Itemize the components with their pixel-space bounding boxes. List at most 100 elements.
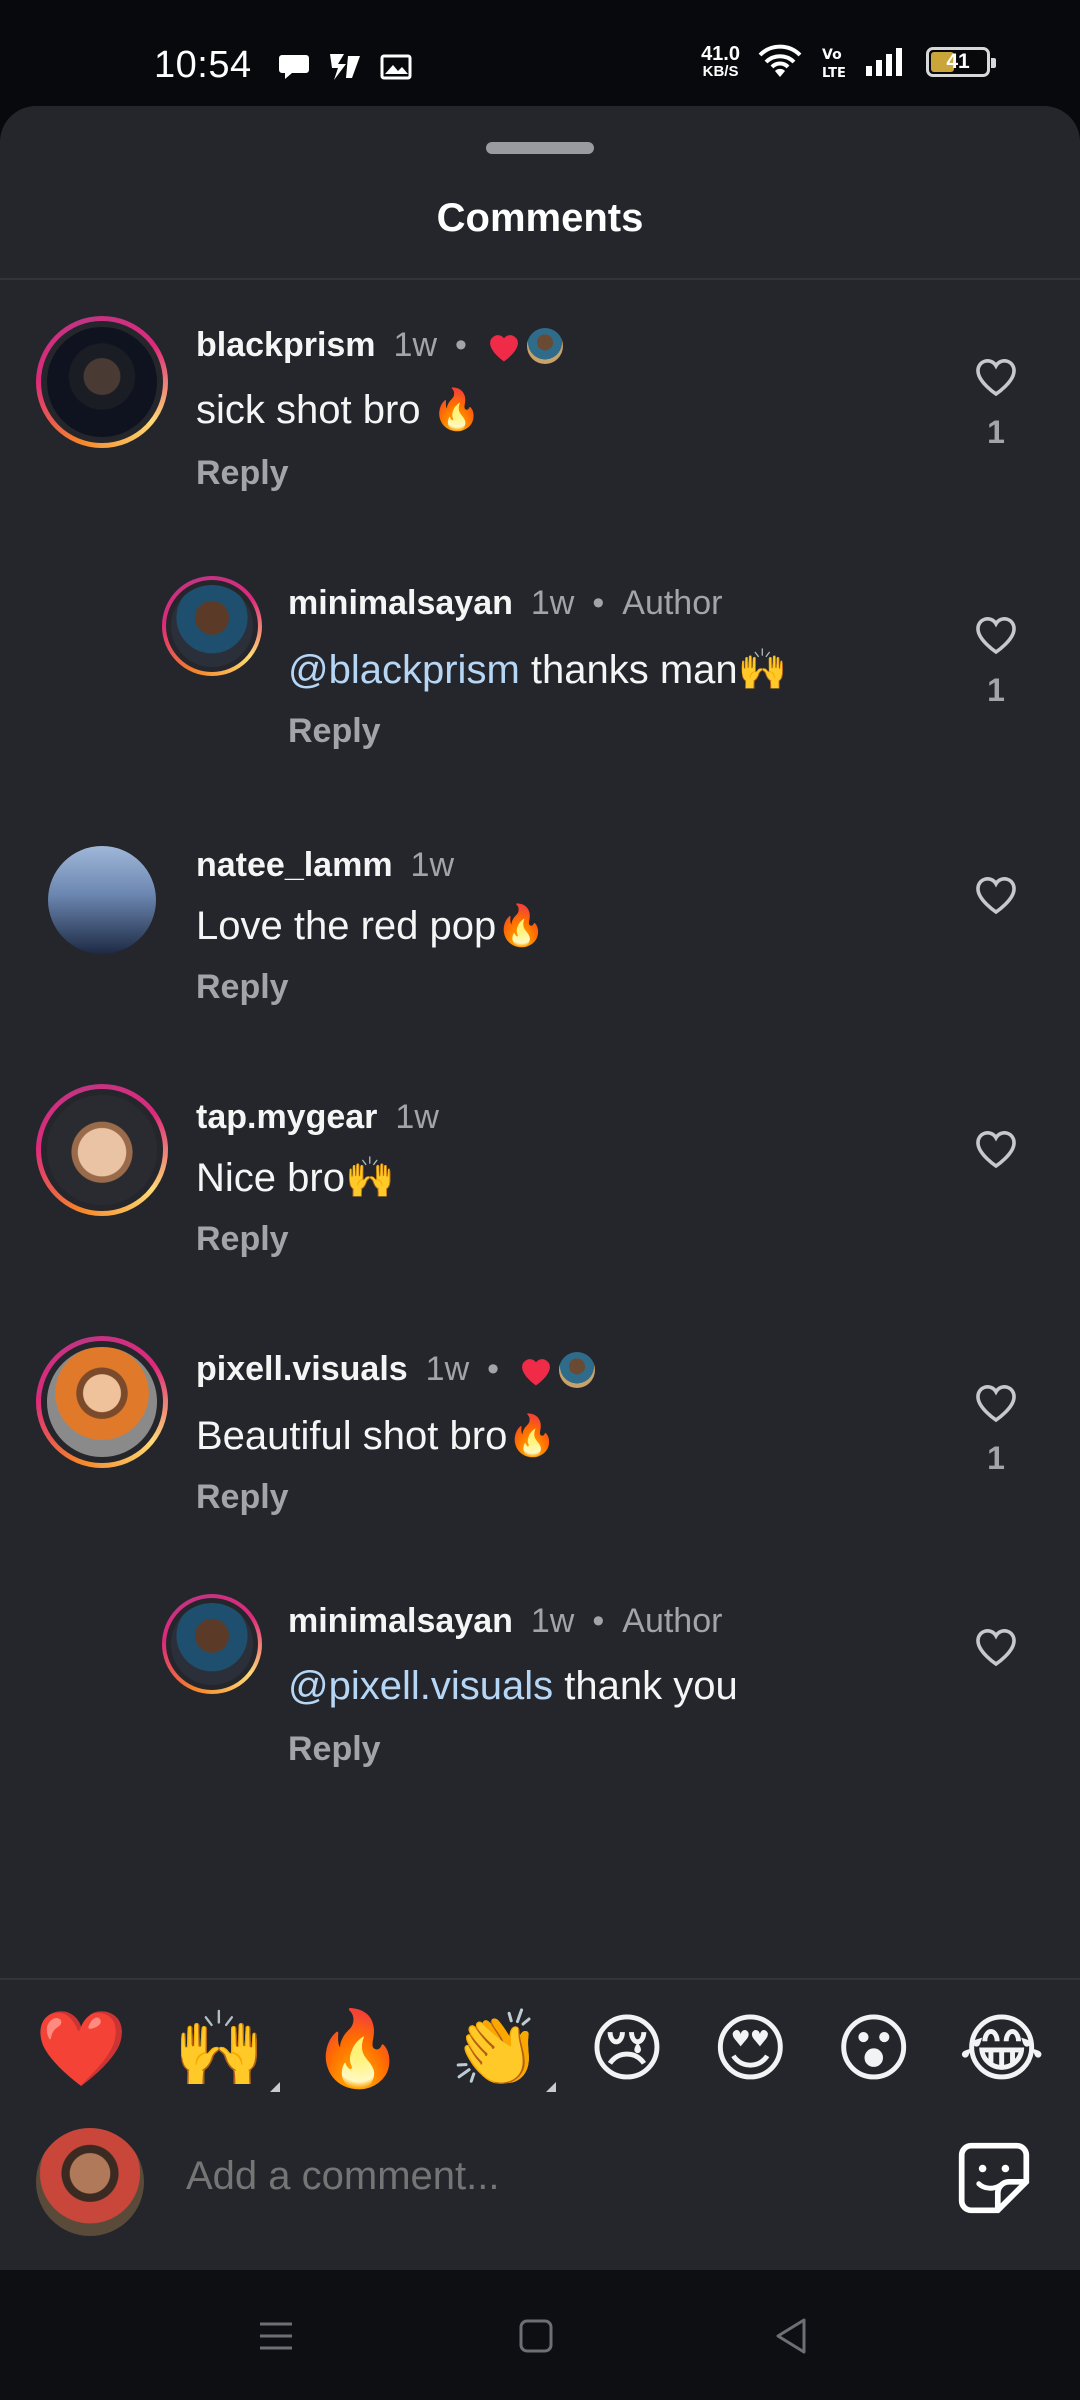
reply-button[interactable]: Reply (288, 1730, 381, 1769)
like-column (968, 1126, 1024, 1170)
emoji-laughing[interactable]: 😂 (958, 2012, 1044, 2086)
liked-by-author (485, 327, 563, 364)
comment-text: Beautiful shot bro🔥 (196, 1414, 558, 1458)
comment-input[interactable] (186, 2154, 886, 2199)
username[interactable]: tap.mygear (196, 1098, 377, 1137)
skin-tone-indicator (546, 2082, 557, 2092)
battery-icon: 41 (926, 47, 996, 77)
status-bar: 10:54 41.0 KB/S Vo LTE 41 (0, 0, 1080, 108)
red-heart-icon (489, 334, 518, 361)
timestamp: 1w (530, 1602, 575, 1640)
heart-outline-icon[interactable] (972, 354, 1020, 398)
heart-outline-icon[interactable] (972, 612, 1020, 656)
network-speed: 41.0 KB/S (701, 43, 740, 80)
comment-header: tap.mygear 1w (196, 1098, 439, 1137)
mention-link[interactable]: @blackprism (288, 648, 520, 692)
status-time: 10:54 (154, 44, 252, 86)
username[interactable]: natee_lamm (196, 846, 393, 885)
comment-text: @blackprism thanks man🙌 (288, 648, 788, 692)
emoji-raising-hands[interactable]: 🙌 (173, 2012, 280, 2092)
home-square-icon[interactable] (512, 2312, 560, 2360)
emoji-crying[interactable]: 😢 (588, 2012, 665, 2086)
author-mini-avatar (526, 327, 563, 364)
liked-by-author (517, 1351, 596, 1388)
sticker-icon[interactable] (956, 2140, 1032, 2216)
reply-button[interactable]: Reply (196, 454, 289, 493)
comment-header: minimalsayan 1w • Author (288, 584, 722, 623)
emoji-clapping[interactable]: 👏 (450, 2012, 557, 2092)
mention-link[interactable]: @pixell.visuals (288, 1664, 553, 1708)
comment-text: sick shot bro 🔥 (196, 388, 482, 432)
like-column: 1 (968, 354, 1024, 451)
reply-button[interactable]: Reply (196, 1220, 289, 1259)
emoji-reaction-bar: ❤️ 🙌 🔥 👏 😢 😍 😮 😂 (0, 1978, 1080, 2118)
emoji-fire[interactable]: 🔥 (312, 2012, 404, 2086)
sheet-title: Comments (436, 196, 644, 240)
timestamp: 1w (395, 1098, 439, 1136)
comment-text: Love the red pop🔥 (196, 904, 547, 948)
timestamp: 1w (530, 584, 575, 622)
comment-text: @pixell.visuals thank you (288, 1664, 738, 1708)
system-icons: 41.0 KB/S Vo LTE 41 (701, 43, 996, 80)
heart-outline-icon[interactable] (972, 1380, 1020, 1424)
compose-bar (0, 2118, 1080, 2270)
comment-text: Nice bro🙌 (196, 1156, 395, 1200)
emoji-heart[interactable]: ❤️ (35, 2012, 127, 2086)
comment-header: blackprism 1w • (196, 326, 563, 365)
like-column (968, 1624, 1024, 1668)
avatar[interactable] (48, 846, 156, 954)
avatar[interactable] (36, 316, 168, 448)
emoji-surprised[interactable]: 😮 (835, 2012, 912, 2086)
back-triangle-icon[interactable] (768, 2312, 816, 2360)
reply-button[interactable]: Reply (196, 1478, 289, 1517)
comment-header: minimalsayan 1w • Author (288, 1602, 722, 1641)
comment-header: pixell.visuals 1w • (196, 1350, 596, 1389)
notification-icons (278, 50, 412, 82)
username[interactable]: minimalsayan (288, 1602, 513, 1641)
emoji-heart-eyes[interactable]: 😍 (712, 2012, 789, 2086)
svg-text:LTE: LTE (822, 66, 846, 79)
like-count: 1 (987, 414, 1005, 450)
comments-sheet: Comments blackprism 1w • sick shot bro 🔥… (0, 106, 1080, 2270)
heart-outline-icon[interactable] (972, 872, 1020, 916)
avatar[interactable] (36, 1336, 168, 1468)
gallery-notification-icon (380, 54, 412, 80)
username[interactable]: blackprism (196, 326, 376, 365)
heart-outline-icon[interactable] (972, 1624, 1020, 1668)
username[interactable]: minimalsayan (288, 584, 513, 623)
svg-text:Vo: Vo (822, 47, 842, 63)
like-count: 1 (987, 672, 1005, 708)
my-avatar (36, 2128, 144, 2236)
avatar[interactable] (36, 1084, 168, 1216)
timestamp: 1w (393, 326, 437, 364)
avatar[interactable] (162, 576, 262, 676)
comment-header: natee_lamm 1w (196, 846, 454, 885)
author-mini-avatar (559, 1351, 596, 1388)
like-column: 1 (968, 1380, 1024, 1477)
separator-dot: • (487, 1350, 500, 1388)
like-column: 1 (968, 612, 1024, 709)
skin-tone-indicator (269, 2082, 280, 2092)
like-column (968, 872, 1024, 916)
like-count: 1 (987, 1440, 1005, 1476)
separator-dot: • (592, 584, 605, 622)
system-nav-bar (0, 2270, 1080, 2400)
separator-dot: • (455, 326, 467, 364)
app-notification-icon (330, 54, 360, 80)
avatar[interactable] (162, 1594, 262, 1694)
author-badge: Author (622, 1602, 723, 1640)
signal-icon (866, 48, 902, 76)
separator-dot: • (592, 1602, 605, 1640)
wifi-icon (758, 44, 802, 77)
reply-button[interactable]: Reply (196, 968, 289, 1007)
red-heart-icon (522, 1358, 550, 1385)
sheet-drag-handle[interactable] (486, 142, 594, 154)
username[interactable]: pixell.visuals (196, 1350, 408, 1389)
timestamp: 1w (425, 1350, 470, 1388)
heart-outline-icon[interactable] (972, 1126, 1020, 1170)
volte-icon: Vo LTE (822, 47, 846, 79)
author-badge: Author (622, 584, 723, 622)
reply-button[interactable]: Reply (288, 712, 381, 751)
timestamp: 1w (410, 846, 455, 884)
menu-icon[interactable] (252, 2312, 300, 2360)
